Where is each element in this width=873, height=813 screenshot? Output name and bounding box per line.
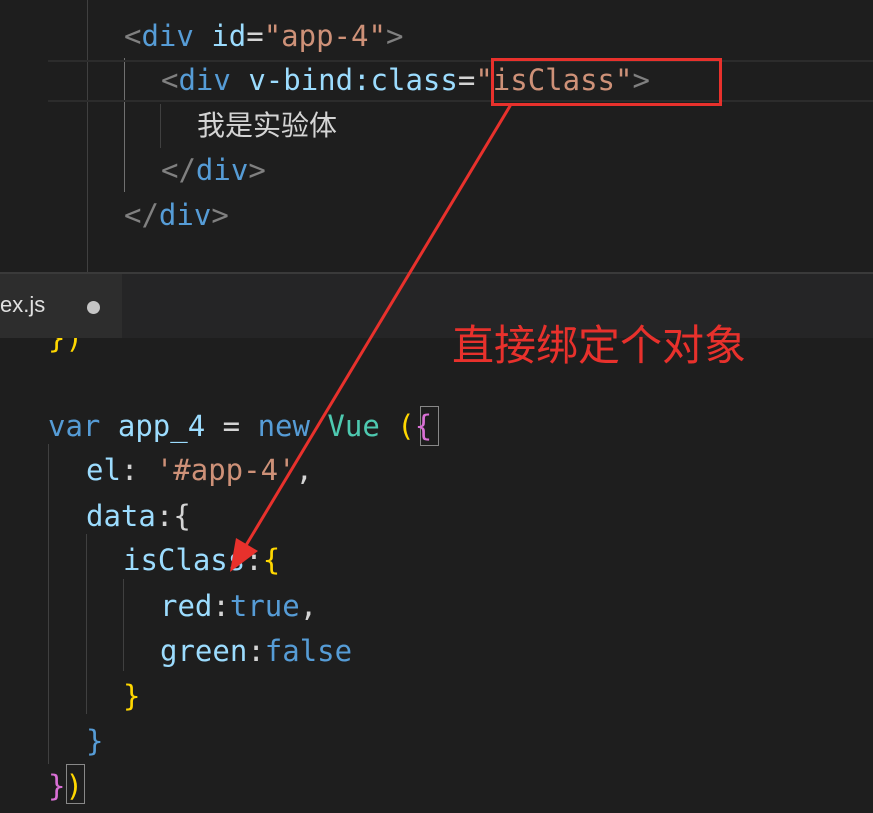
arrow-head-icon xyxy=(230,538,258,572)
annotation-arrow xyxy=(230,104,512,572)
annotation-label: 直接绑定个对象 xyxy=(452,321,747,370)
